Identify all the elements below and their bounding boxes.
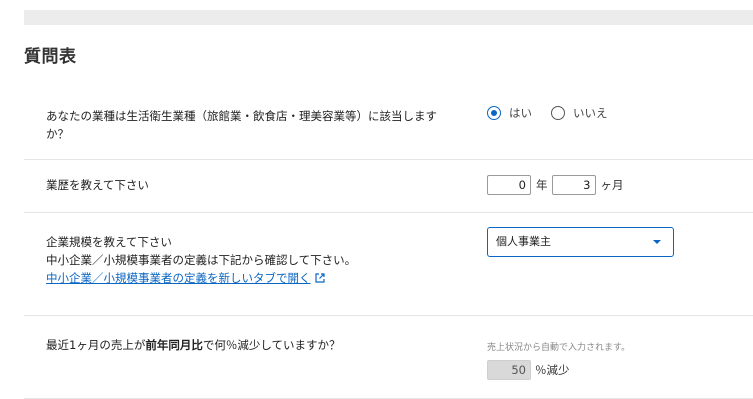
question-sales-decline-pre: 最近1ヶ月の売上が — [46, 338, 146, 352]
radio-yes[interactable] — [487, 106, 501, 120]
company-size-select[interactable]: 個人事業主 — [487, 227, 674, 257]
question-row-business-type: あなたの業種は生活衛生業種（旅館業・飲食店・理美容業等）に該当しますか？ はい … — [24, 90, 753, 160]
question-sales-decline-bold: 前年同月比 — [145, 338, 203, 352]
question-company-size: 企業規模を教えて下さい 中小企業／小規模事業者の定義は下記から確認して下さい。 … — [46, 233, 426, 288]
question-row-company-size: 企業規模を教えて下さい 中小企業／小規模事業者の定義は下記から確認して下さい。 … — [24, 213, 753, 316]
years-unit: 年 — [536, 178, 548, 192]
question-company-size-line2: 中小企業／小規模事業者の定義は下記から確認して下さい。 — [46, 253, 357, 267]
radio-group-business-type: はい いいえ — [487, 105, 627, 121]
auto-fill-note: 売上状況から自動で入力されます。 — [487, 343, 631, 353]
chevron-down-icon — [653, 240, 661, 244]
radio-no[interactable] — [551, 106, 565, 120]
question-business-history: 業歴を教えて下さい — [46, 178, 149, 192]
sales-decline-inputs: 50 ％減少 — [487, 360, 570, 380]
sales-decline-unit: ％減少 — [535, 363, 570, 377]
question-row-sales-decline: 最近1ヶ月の売上が前年同月比で何％減少していますか？ 売上状況から自動で入力され… — [24, 316, 753, 399]
question-sales-decline-post: で何％減少していますか？ — [202, 338, 341, 352]
company-size-selected: 個人事業主 — [496, 235, 551, 248]
business-history-inputs: 年 ヶ月 — [487, 175, 628, 195]
question-business-type: あなたの業種は生活衛生業種（旅館業・飲食店・理美容業等）に該当しますか？ — [46, 109, 437, 141]
external-link-icon[interactable] — [314, 270, 325, 288]
years-input[interactable] — [487, 175, 531, 195]
sales-decline-readonly-input: 50 — [487, 360, 531, 380]
months-unit: ヶ月 — [600, 178, 624, 192]
top-bar — [24, 10, 753, 25]
radio-no-label[interactable]: いいえ — [573, 105, 608, 121]
definition-link[interactable]: 中小企業／小規模事業者の定義を新しいタブで開く — [46, 271, 311, 285]
question-company-size-line1: 企業規模を教えて下さい — [46, 235, 172, 249]
question-sales-decline: 最近1ヶ月の売上が前年同月比で何％減少していますか？ — [46, 336, 340, 354]
radio-yes-label[interactable]: はい — [509, 105, 532, 121]
question-row-business-history: 業歴を教えて下さい 年 ヶ月 — [24, 160, 753, 213]
months-input[interactable] — [551, 175, 596, 195]
page-title: 質問表 — [24, 47, 77, 67]
